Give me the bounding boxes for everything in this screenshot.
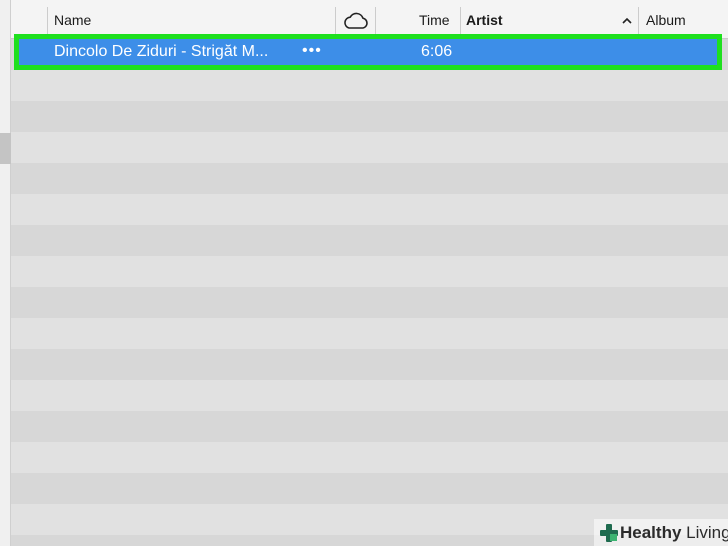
- table-row[interactable]: [11, 349, 728, 380]
- watermark-text: Healthy Living: [620, 522, 728, 542]
- table-row[interactable]: [11, 380, 728, 411]
- table-row[interactable]: [11, 442, 728, 473]
- table-row[interactable]: [11, 132, 728, 163]
- track-list: [11, 39, 728, 546]
- table-row[interactable]: [11, 473, 728, 504]
- table-row[interactable]: [11, 287, 728, 318]
- table-row[interactable]: [11, 163, 728, 194]
- table-row[interactable]: [11, 225, 728, 256]
- table-row[interactable]: [11, 70, 728, 101]
- column-divider[interactable]: [47, 7, 48, 35]
- table-row[interactable]: [11, 194, 728, 225]
- cloud-icon[interactable]: [342, 11, 370, 31]
- column-divider[interactable]: [638, 7, 639, 35]
- watermark-logo: Healthy Living: [594, 519, 728, 546]
- chevron-up-icon[interactable]: [621, 14, 633, 26]
- column-divider[interactable]: [375, 7, 376, 35]
- column-divider[interactable]: [460, 7, 461, 35]
- track-time: 6:06: [421, 43, 453, 60]
- selected-track-row[interactable]: Dincolo De Ziduri - Strigăt M... ••• 6:0…: [14, 34, 722, 70]
- table-row[interactable]: [11, 318, 728, 349]
- column-divider[interactable]: [335, 7, 336, 35]
- table-row[interactable]: [11, 256, 728, 287]
- medical-cross-icon: [600, 523, 618, 542]
- scroll-thumb[interactable]: [0, 133, 11, 164]
- more-options-button[interactable]: •••: [302, 39, 322, 65]
- music-library-window: Name Time Artist Album Dincolo De Ziduri…: [0, 0, 728, 546]
- table-row[interactable]: [11, 101, 728, 132]
- track-name: Dincolo De Ziduri - Strigăt M...: [54, 43, 269, 60]
- left-gutter: [0, 0, 11, 546]
- table-row[interactable]: [11, 411, 728, 442]
